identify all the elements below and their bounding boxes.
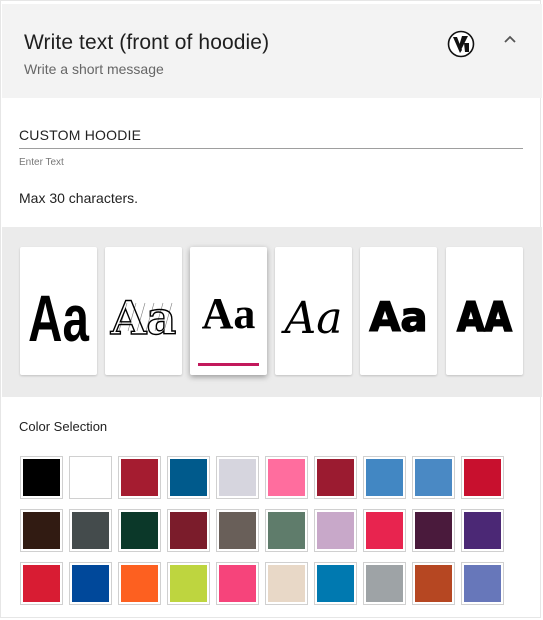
section-subtitle: Write a short message: [24, 61, 164, 77]
font-sample-text: Aa: [28, 282, 90, 355]
color-swatch[interactable]: [412, 562, 455, 605]
color-swatch-fill: [317, 512, 354, 549]
color-swatch[interactable]: [412, 456, 455, 499]
color-swatch[interactable]: [265, 456, 308, 499]
color-swatch-fill: [170, 565, 207, 602]
font-option-heavy-sans[interactable]: Aa: [360, 247, 437, 375]
color-swatch[interactable]: [118, 562, 161, 605]
product-customizer-panel: Write text (front of hoodie) Write a sho…: [0, 0, 542, 618]
font-option-script[interactable]: Aa: [275, 247, 352, 375]
font-sample-preview: Aa: [280, 293, 342, 344]
color-swatch-fill: [415, 565, 452, 602]
color-swatch[interactable]: [363, 456, 406, 499]
font-sample-preview: Aa: [28, 282, 90, 355]
color-swatch[interactable]: [118, 456, 161, 499]
color-swatch[interactable]: [216, 509, 259, 552]
color-swatch-fill: [72, 512, 109, 549]
color-swatch[interactable]: [461, 509, 504, 552]
color-swatch-fill: [121, 459, 158, 496]
character-limit-hint: Max 30 characters.: [19, 190, 139, 206]
input-label: Enter Text: [19, 157, 64, 168]
font-option-sketch-outline[interactable]: Aa: [105, 247, 182, 375]
color-swatch[interactable]: [216, 562, 259, 605]
color-swatch-fill: [72, 565, 109, 602]
color-swatch-fill: [23, 459, 60, 496]
color-swatch[interactable]: [69, 456, 112, 499]
color-swatch-fill: [219, 565, 256, 602]
font-sample-text: Aa: [110, 291, 177, 345]
color-swatch-fill: [72, 459, 109, 496]
font-sample-text: AA: [457, 294, 511, 341]
color-swatch-fill: [366, 565, 403, 602]
color-swatch-fill: [317, 459, 354, 496]
color-swatch-fill: [170, 512, 207, 549]
color-swatch-fill: [415, 512, 452, 549]
color-swatch[interactable]: [216, 456, 259, 499]
color-swatch[interactable]: [314, 509, 357, 552]
color-swatch[interactable]: [461, 562, 504, 605]
color-swatch-fill: [121, 565, 158, 602]
color-swatch-fill: [219, 512, 256, 549]
color-swatch[interactable]: [314, 562, 357, 605]
color-swatch[interactable]: [118, 509, 161, 552]
color-swatch[interactable]: [167, 509, 210, 552]
color-swatch-fill: [268, 565, 305, 602]
color-swatch-fill: [268, 512, 305, 549]
color-swatch[interactable]: [69, 509, 112, 552]
font-sample-text: Aa: [370, 295, 428, 341]
selected-indicator: [198, 363, 259, 366]
color-swatch-fill: [464, 565, 501, 602]
font-sample-preview: AA: [456, 293, 512, 342]
color-swatch-fill: [121, 512, 158, 549]
color-swatch-fill: [23, 512, 60, 549]
color-swatch[interactable]: [265, 562, 308, 605]
color-swatch-fill: [170, 459, 207, 496]
color-swatch-fill: [23, 565, 60, 602]
color-swatch[interactable]: [167, 562, 210, 605]
color-swatch-fill: [464, 459, 501, 496]
color-swatch[interactable]: [314, 456, 357, 499]
custom-text-input[interactable]: [19, 121, 523, 149]
font-option-condensed-bold[interactable]: Aa: [20, 247, 97, 375]
font-sample-preview: Aa: [202, 289, 256, 338]
brand-logo-icon: [447, 30, 475, 58]
color-swatch[interactable]: [265, 509, 308, 552]
color-swatch-fill: [219, 459, 256, 496]
color-swatch-fill: [415, 459, 452, 496]
color-swatch[interactable]: [20, 456, 63, 499]
font-sample-text: Aa: [280, 293, 342, 344]
font-sample-preview: Aa: [369, 294, 428, 342]
font-option-rounded-heavy[interactable]: AA: [446, 247, 523, 375]
color-swatch[interactable]: [363, 509, 406, 552]
color-swatch-fill: [268, 459, 305, 496]
section-header[interactable]: Write text (front of hoodie) Write a sho…: [2, 4, 542, 98]
color-swatch-fill: [366, 459, 403, 496]
color-swatch-fill: [366, 512, 403, 549]
color-swatch[interactable]: [69, 562, 112, 605]
color-swatch[interactable]: [167, 456, 210, 499]
color-swatch[interactable]: [363, 562, 406, 605]
color-swatch[interactable]: [20, 562, 63, 605]
font-selector: Aa Aa Aa Aa Aa AA: [2, 227, 542, 397]
chevron-up-icon[interactable]: [500, 30, 520, 50]
color-swatch-fill: [464, 512, 501, 549]
font-sample-preview: Aa: [109, 290, 177, 345]
color-swatch[interactable]: [20, 509, 63, 552]
font-option-serif-bold[interactable]: Aa: [190, 247, 267, 375]
color-swatch-fill: [317, 565, 354, 602]
color-selection-label: Color Selection: [19, 419, 108, 434]
font-sample-text: Aa: [202, 289, 256, 338]
section-title: Write text (front of hoodie): [24, 31, 270, 54]
color-swatch[interactable]: [461, 456, 504, 499]
color-swatch[interactable]: [412, 509, 455, 552]
